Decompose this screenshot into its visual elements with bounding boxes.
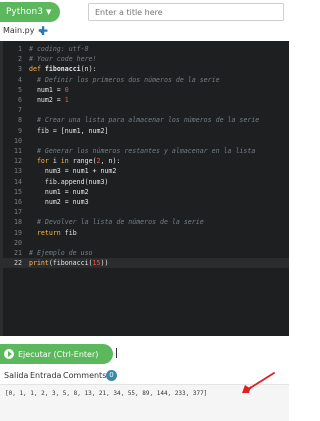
- code-text: # Devolver la lista de números de la ser…: [36, 218, 204, 227]
- run-button-label: Ejecutar (Ctrl-Enter): [18, 349, 99, 359]
- code-text: # Crear una lista para almacenar los núm…: [36, 116, 260, 125]
- line-number: 4: [18, 75, 22, 84]
- code-line[interactable]: 15 num1 = num2: [0, 187, 289, 197]
- line-number: 16: [14, 198, 22, 206]
- tab-comments[interactable]: Comments: [63, 371, 106, 380]
- line-number: 20: [14, 238, 22, 247]
- line-number: 7: [18, 106, 22, 115]
- code-line[interactable]: 16 num2 = num3: [0, 197, 289, 207]
- line-number: 17: [14, 208, 22, 217]
- code-line[interactable]: 1 # coding: utf-8: [0, 44, 289, 54]
- add-file-icon[interactable]: ✚: [38, 24, 48, 38]
- code-line[interactable]: 11 # Generar los números restantes y alm…: [0, 146, 289, 156]
- code-line[interactable]: 18 # Devolver la lista de números de la …: [0, 217, 289, 227]
- line-number: 10: [14, 136, 22, 145]
- code-text: # Your code here!: [29, 55, 97, 64]
- line-number: 12: [14, 157, 22, 166]
- code-line[interactable]: 20: [0, 238, 289, 248]
- code-line[interactable]: 5 num1 = 0: [0, 85, 289, 95]
- code-text: # Definir los primeros dos números de la…: [36, 75, 220, 84]
- code-line[interactable]: 2 # Your code here!: [0, 54, 289, 64]
- line-number: 18: [14, 218, 22, 227]
- line-number: 13: [14, 167, 22, 176]
- line-number: 15: [14, 187, 22, 196]
- code-text: num3 = num1 + num2: [29, 167, 117, 176]
- line-number: 9: [18, 126, 22, 135]
- run-button[interactable]: Ejecutar (Ctrl-Enter): [0, 344, 113, 364]
- top-bar: Python3 ▼: [0, 0, 289, 24]
- code-text: # Generar los números restantes y almace…: [36, 147, 256, 155]
- code-text: num2 = 1: [29, 96, 69, 104]
- code-line[interactable]: 17: [0, 207, 289, 217]
- code-text: # Ejemplo de uso: [29, 249, 93, 257]
- line-number: 8: [18, 116, 22, 125]
- line-number: 21: [14, 249, 22, 257]
- code-line[interactable]: 21 # Ejemplo de uso: [0, 248, 289, 258]
- code-text: # coding: utf-8: [29, 45, 89, 53]
- code-line[interactable]: 9 fib = [num1, num2]: [0, 126, 289, 136]
- line-number: 22: [14, 259, 22, 268]
- code-text: def fibonacci(n):: [29, 65, 97, 74]
- code-text: print(fibonacci(15)): [29, 259, 109, 268]
- code-line[interactable]: 19 return fib: [0, 228, 289, 238]
- comments-count-badge: 0: [106, 370, 117, 381]
- title-input[interactable]: [88, 3, 284, 21]
- code-line[interactable]: 4 # Definir los primeros dos números de …: [0, 75, 289, 85]
- code-line[interactable]: 6 num2 = 1: [0, 95, 289, 105]
- language-select-button[interactable]: Python3 ▼: [0, 2, 60, 22]
- code-text: fib = [num1, num2]: [29, 126, 109, 135]
- line-number: 1: [18, 45, 22, 53]
- code-text: num2 = num3: [29, 198, 89, 206]
- code-line[interactable]: 14 fib.append(num3): [0, 177, 289, 187]
- code-line[interactable]: 22 print(fibonacci(15)): [0, 258, 289, 269]
- tab-salida[interactable]: Salida: [4, 371, 28, 380]
- code-line[interactable]: 10: [0, 136, 289, 146]
- line-number: 14: [14, 177, 22, 186]
- annotation-arrow-icon: [242, 372, 275, 393]
- tab-entrada[interactable]: Entrada: [30, 371, 61, 380]
- output-text: [0, 1, 1, 2, 3, 5, 8, 13, 21, 34, 55, 89…: [5, 390, 208, 397]
- chevron-down-icon: ▼: [45, 8, 52, 16]
- code-line[interactable]: 12 for i in range(2, n):: [0, 156, 289, 166]
- line-number: 19: [14, 228, 22, 237]
- code-text: return fib: [36, 228, 77, 237]
- line-number: 2: [18, 55, 22, 64]
- file-tabs: Main.py ▼ ✚: [0, 24, 289, 40]
- line-number: 3: [18, 65, 22, 74]
- code-line[interactable]: 3 def fibonacci(n):: [0, 64, 289, 74]
- stdin-cursor[interactable]: [116, 348, 117, 358]
- code-line[interactable]: 8 # Crear una lista para almacenar los n…: [0, 115, 289, 125]
- code-text: num1 = 0: [29, 85, 69, 94]
- file-tab-label: Main.py: [3, 26, 35, 35]
- code-text: for i in range(2, n):: [36, 157, 121, 166]
- code-line[interactable]: 13 num3 = num1 + num2: [0, 166, 289, 176]
- code-line[interactable]: 7: [0, 105, 289, 115]
- language-label: Python3: [6, 7, 43, 17]
- line-number: 5: [18, 85, 22, 94]
- code-editor[interactable]: 1 # coding: utf-8 2 # Your code here! 3 def f…: [0, 41, 289, 336]
- code-text: fib.append(num3): [29, 177, 109, 186]
- play-icon: [4, 349, 14, 359]
- line-number: 11: [14, 147, 22, 155]
- code-text: num1 = num2: [29, 187, 89, 196]
- run-bar: Ejecutar (Ctrl-Enter): [0, 336, 289, 370]
- line-number: 6: [18, 96, 22, 104]
